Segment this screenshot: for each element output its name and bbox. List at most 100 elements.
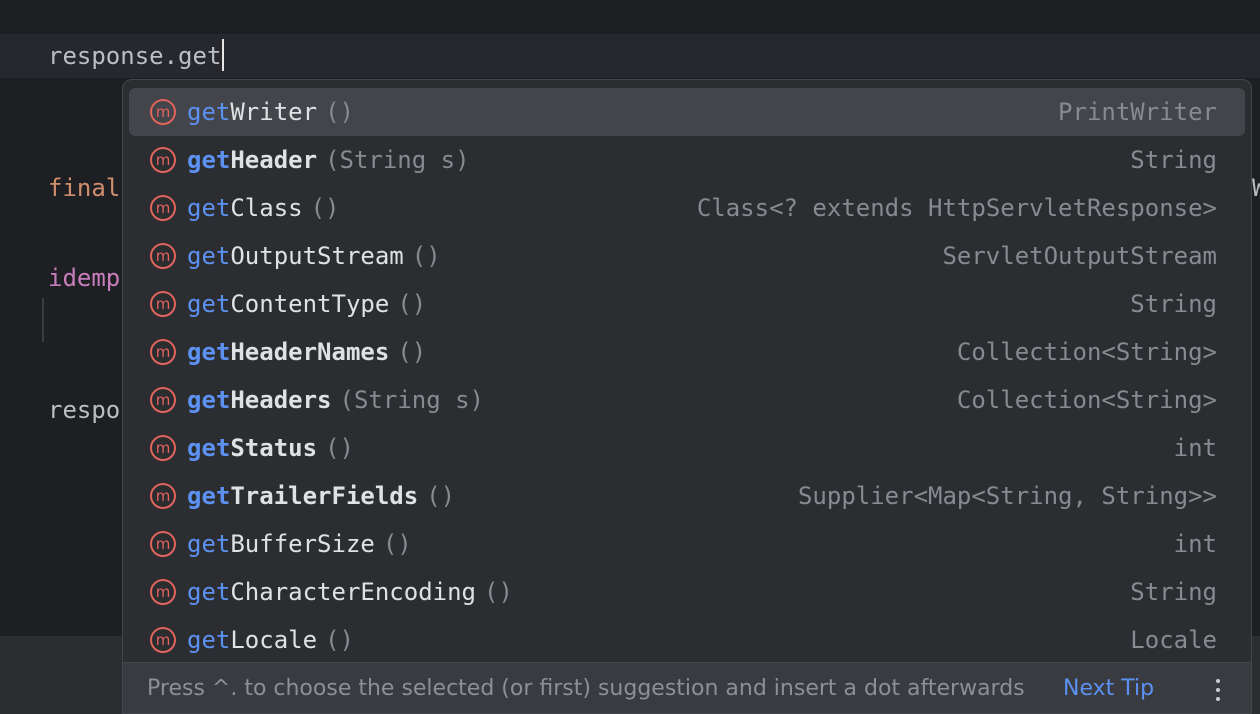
return-type: ServletOutputStream bbox=[942, 242, 1217, 270]
method-name-rest: Writer bbox=[230, 98, 318, 126]
svg-text:m: m bbox=[156, 391, 171, 409]
svg-text:m: m bbox=[156, 439, 171, 457]
return-type: PrintWriter bbox=[1058, 98, 1217, 126]
match-prefix: get bbox=[187, 98, 231, 126]
method-name-rest: Headers bbox=[230, 386, 332, 414]
svg-text:m: m bbox=[156, 295, 171, 313]
return-type: int bbox=[1173, 434, 1217, 462]
method-name-rest: ContentType bbox=[230, 290, 390, 318]
return-type: String bbox=[1130, 578, 1217, 606]
completion-item[interactable]: m getCharacterEncoding () String bbox=[129, 568, 1245, 616]
completion-item[interactable]: m getHeader (String s) String bbox=[129, 136, 1245, 184]
completion-item-name: getLocale() bbox=[187, 616, 354, 664]
svg-text:m: m bbox=[156, 151, 171, 169]
match-prefix: get bbox=[187, 386, 231, 414]
code-line-respo[interactable]: respo bbox=[48, 388, 120, 432]
method-icon: m bbox=[149, 194, 177, 222]
completion-item-name: getBufferSize() bbox=[187, 520, 412, 568]
method-params: () bbox=[426, 482, 456, 510]
method-icon: m bbox=[149, 338, 177, 366]
match-prefix: get bbox=[187, 626, 231, 654]
method-icon: m bbox=[149, 386, 177, 414]
completion-item[interactable]: m getClass() Class<? extends HttpServletRe… bbox=[129, 184, 1245, 232]
method-icon: m bbox=[149, 626, 177, 654]
return-type: int bbox=[1173, 530, 1217, 558]
match-prefix: get bbox=[187, 530, 231, 558]
completion-item-name: getOutputStream() bbox=[187, 232, 441, 280]
match-prefix: get bbox=[187, 482, 231, 510]
method-params: () bbox=[325, 626, 354, 654]
completion-footer: Press ^. to choose the selected (or firs… bbox=[123, 662, 1251, 713]
vertical-ellipsis-icon[interactable] bbox=[1208, 677, 1228, 703]
method-name-rest: BufferSize bbox=[230, 530, 375, 558]
return-type: String bbox=[1130, 290, 1217, 318]
code-line-final[interactable]: final bbox=[48, 166, 120, 210]
completion-item[interactable]: m getHeaders (String s) Collection<String> bbox=[129, 376, 1245, 424]
svg-text:m: m bbox=[156, 247, 171, 265]
return-type: Class<? extends HttpServletResponse> bbox=[696, 194, 1217, 222]
method-params: (String s) bbox=[339, 386, 485, 414]
completion-item[interactable]: m getTrailerFields() Supplier<Map<String, … bbox=[129, 472, 1245, 520]
completion-item[interactable]: m getHeaderNames() Collection<String> bbox=[129, 328, 1245, 376]
match-prefix: get bbox=[187, 434, 231, 462]
match-prefix: get bbox=[187, 194, 231, 222]
method-name-rest: OutputStream bbox=[230, 242, 404, 270]
completion-item-name: getHeaders (String s) bbox=[187, 376, 484, 424]
code-line-idemp[interactable]: idemp bbox=[48, 256, 120, 300]
method-icon: m bbox=[149, 434, 177, 462]
code-edge-glyph: W bbox=[1252, 174, 1260, 202]
method-params: () bbox=[382, 530, 412, 558]
svg-text:m: m bbox=[156, 535, 171, 553]
return-type: Collection<String> bbox=[956, 386, 1217, 414]
return-type: Collection<String> bbox=[956, 338, 1217, 366]
completion-item[interactable]: m getWriter() PrintWriter bbox=[129, 88, 1245, 136]
method-name-rest: HeaderNames bbox=[230, 338, 390, 366]
svg-text:m: m bbox=[156, 103, 171, 121]
completion-item-name: getHeader (String s) bbox=[187, 136, 470, 184]
method-icon: m bbox=[149, 146, 177, 174]
method-name-rest: Status bbox=[230, 434, 318, 462]
text-caret bbox=[222, 39, 225, 71]
svg-text:m: m bbox=[156, 583, 171, 601]
completion-item[interactable]: m getBufferSize() int bbox=[129, 520, 1245, 568]
completion-item-name: getWriter() bbox=[187, 88, 354, 136]
completion-item[interactable]: m getOutputStream() ServletOutputStream bbox=[129, 232, 1245, 280]
match-prefix: get bbox=[187, 290, 231, 318]
completion-list[interactable]: m getWriter() PrintWriter m getHeader (String… bbox=[123, 88, 1251, 664]
completion-item[interactable]: m getContentType() String bbox=[129, 280, 1245, 328]
method-params: () bbox=[310, 194, 340, 222]
method-name-rest: Locale bbox=[230, 626, 318, 654]
completion-item[interactable]: m getLocale() Locale bbox=[129, 616, 1245, 664]
completion-item-name: getTrailerFields() bbox=[187, 472, 455, 520]
return-type: Supplier<Map<String, String>> bbox=[797, 482, 1217, 510]
svg-text:m: m bbox=[156, 631, 171, 649]
match-prefix: get bbox=[187, 578, 231, 606]
completion-item[interactable]: m getStatus() int bbox=[129, 424, 1245, 472]
code-line-current[interactable]: response.get bbox=[48, 34, 225, 78]
method-name-rest: CharacterEncoding bbox=[230, 578, 476, 606]
method-params: (String s) bbox=[325, 146, 470, 174]
return-type: String bbox=[1130, 146, 1217, 174]
completion-item-name: getCharacterEncoding () bbox=[187, 568, 513, 616]
footer-hint-text: Press ^. to choose the selected (or firs… bbox=[147, 676, 1025, 701]
code-text-current: response.get bbox=[48, 42, 222, 70]
match-prefix: get bbox=[187, 242, 231, 270]
return-type: Locale bbox=[1130, 626, 1217, 654]
method-params: () bbox=[325, 98, 354, 126]
svg-text:m: m bbox=[156, 343, 171, 361]
method-params: () bbox=[397, 290, 427, 318]
next-tip-link[interactable]: Next Tip bbox=[1063, 663, 1154, 713]
completion-item-name: getClass() bbox=[187, 184, 340, 232]
editor-top-strip bbox=[0, 0, 1260, 34]
completion-popup[interactable]: m getWriter() PrintWriter m getHeader (String… bbox=[122, 79, 1252, 714]
indent-guide bbox=[42, 298, 44, 342]
method-icon: m bbox=[149, 482, 177, 510]
svg-text:m: m bbox=[156, 487, 171, 505]
method-params: () bbox=[411, 242, 441, 270]
method-name-rest: TrailerFields bbox=[230, 482, 419, 510]
method-icon: m bbox=[149, 242, 177, 270]
method-icon: m bbox=[149, 530, 177, 558]
match-prefix: get bbox=[187, 146, 231, 174]
match-prefix: get bbox=[187, 338, 231, 366]
method-icon: m bbox=[149, 98, 177, 126]
